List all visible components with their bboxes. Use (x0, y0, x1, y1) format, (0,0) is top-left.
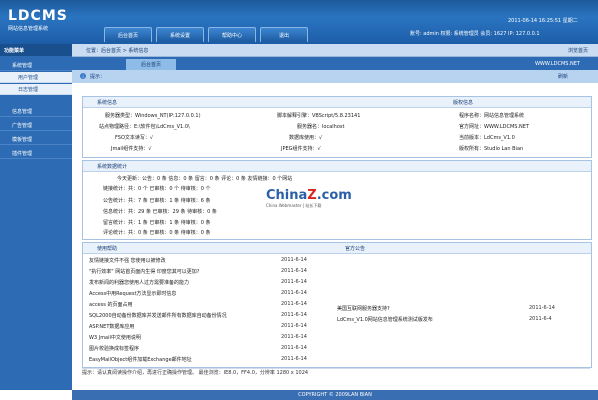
help-item-date: 2011-6-14 (281, 257, 307, 263)
stats-title: 系统数据统计 (97, 164, 128, 170)
help-item-date: 2011-6-14 (281, 323, 307, 329)
sidebar-item-templates[interactable]: 模板管理 (0, 134, 72, 145)
current-version: 当前版本：LdCms_V1.0 (459, 135, 515, 141)
tip-bar: 提示：请认真阅读操作介绍，再进行正确操作管理。 最佳浏览：IE8.0，FF4.0… (82, 368, 590, 378)
copyright-title: 版权信息 (453, 100, 474, 106)
server-type: 服务器类型：Windows_NT(IP:127.0.0.1) (105, 113, 201, 119)
help-item[interactable]: access 的页面占用 (89, 301, 132, 308)
info-icon: i (80, 73, 86, 79)
hint-bar: i 提示： 刷新 (72, 70, 598, 83)
stats-messages: 留言统计：共：1 条 已审核：1 条 待审核：0 条 (103, 220, 211, 226)
stats-today: 今天更新：公告：0 条 信息：0 条 留言：0 条 评论：0 条 友情链接：0 … (117, 176, 293, 182)
help-item-date: 2011-6-14 (281, 345, 307, 351)
help-item[interactable]: SQL2000自动备份数据库并发送邮件所有数据库自动备份情况 (89, 312, 227, 319)
script-engine: 脚本解释引擎：VBScript/5.8.23141 (277, 113, 361, 119)
fso-support: FSO文本读写：√ (115, 135, 154, 141)
stats-links: 链接统计：共：0 个 已审核：0 个 待审核：0 个 (103, 186, 211, 192)
sidebar-item-ads[interactable]: 广告管理 (0, 120, 72, 131)
system-info-title: 系统信息 (97, 100, 118, 106)
tab-settings[interactable]: 系统设置 (156, 27, 204, 42)
help-item-date: 2011-6-14 (281, 356, 307, 362)
watermark-logo: ChinaZ.com China Webmaster | 站长下载 (266, 188, 352, 209)
program-name: 程序名称：网站信息管理系统 (459, 113, 525, 119)
help-item-date: 2011-6-14 (281, 334, 307, 340)
site-path: 站点物理路径：E:\软件包\LdCms_V1.0\ (99, 124, 190, 130)
site-url: WWW.LDCMS.NET (534, 61, 580, 67)
help-item[interactable]: 图片校验换成标签程序 (89, 345, 139, 352)
announce-item-date: 2011-6-14 (529, 305, 555, 311)
help-title: 使用帮助 (97, 246, 118, 252)
help-item-date: 2011-6-14 (281, 279, 307, 285)
help-item[interactable]: ASP.NET数据库应用 (89, 323, 134, 330)
top-nav: 后台首页 系统设置 帮助中心 退出 (104, 27, 312, 42)
system-info-header: 系统信息 版权信息 (83, 97, 591, 108)
help-item[interactable]: EasyMailObject组件加载Exchange邮件地址 (89, 356, 192, 363)
jmail-support: Jmail组件支持：√ (111, 146, 152, 152)
stats-notices: 公告统计：共：7 条 已审核：1 条 待审核：6 条 (103, 198, 211, 204)
announce-item[interactable]: LdCms_V1.0网站信息管理系统测试版发布 (337, 316, 433, 323)
server-name: 服务器名：localhost (297, 124, 345, 130)
refresh-link[interactable]: 刷新 (558, 73, 568, 80)
help-item[interactable]: "执行效率" 网站首页面内生得 印度您其可以更加? (89, 268, 199, 275)
breadcrumb-text: 位置：后台首页 > 系统信息 (86, 48, 149, 54)
system-info-panel: 系统信息 版权信息 服务器类型：Windows_NT(IP:127.0.0.1)… (82, 96, 592, 158)
sidebar-item-info[interactable]: 信息管理 (0, 106, 72, 117)
help-item[interactable]: Access中用Request方法显示即时信息 (89, 290, 176, 297)
stats-info: 信息统计：共：29 条 已审核：29 条 待审核：0 条 (103, 209, 217, 215)
hint-label: 提示： (90, 74, 106, 80)
db-usage: 数据库使用：√ (289, 135, 323, 141)
announce-item-date: 2011-6-4 (529, 316, 552, 322)
help-item-date: 2011-6-14 (281, 301, 307, 307)
jpeg-support: JPEG组件支持：√ (281, 146, 321, 152)
help-item[interactable]: W3 Jmail中文使用说明 (89, 334, 141, 341)
announce-title: 官方公告 (345, 246, 366, 252)
stats-comments: 评论统计：共：0 条 已审核：0 条 待审核：0 条 (103, 230, 211, 236)
sidebar-item-users[interactable]: 用户管理 (0, 72, 72, 83)
stats-header: 系统数据统计 (83, 161, 591, 172)
sidebar-item-logs[interactable]: 日志管理 (0, 84, 72, 95)
tab-logout[interactable]: 退出 (260, 27, 308, 42)
tab-home[interactable]: 后台首页 (104, 27, 152, 42)
help-item[interactable]: 友情链接文件不强 您使用以被修改 (89, 257, 166, 264)
help-item-date: 2011-6-14 (281, 268, 307, 274)
announce-item[interactable]: 美国互联网服务器支持? (337, 305, 390, 312)
help-header: 使用帮助 官方公告 (83, 243, 591, 254)
breadcrumb: 位置：后台首页 > 系统信息 浏览首页 (72, 44, 598, 57)
help-item-date: 2011-6-14 (281, 290, 307, 296)
user-info: 账号: admin 权限: 系统管理员 会员: 1627 IP: 127.0.0… (410, 31, 540, 37)
help-announce-panel: 使用帮助 官方公告 友情链接文件不强 您使用以被修改 2011-6-14 "执行… (82, 242, 592, 368)
watermark-sub: China Webmaster | 站长下载 (266, 203, 322, 208)
sidebar: 功能菜单 系统管理 用户管理 日志管理 信息管理 广告管理 模板管理 插件管理 (0, 44, 72, 390)
tab-dashboard[interactable]: 后台首页 (126, 59, 176, 70)
copyright-owner: 版权所有：Studio Lan Bian (459, 146, 524, 152)
official-site: 官方网址：WWW.LDCMS.NET (459, 124, 530, 130)
logo-text: LDCMS (8, 8, 68, 24)
content-tabstrip: 后台首页 WWW.LDCMS.NET (72, 57, 598, 70)
logo: LDCMS 网站信息管理系统 (8, 8, 68, 32)
help-item-date: 2011-6-14 (281, 312, 307, 318)
footer: COPYRIGHT © 2009LAN BIAN (72, 390, 598, 400)
logo-subtitle: 网站信息管理系统 (8, 26, 49, 32)
sidebar-item-plugins[interactable]: 插件管理 (0, 148, 72, 159)
sidebar-title: 功能菜单 (0, 44, 72, 56)
tab-help[interactable]: 帮助中心 (208, 27, 256, 42)
datetime: 2011-06-14 16:25:51 星期二 (508, 18, 578, 24)
sidebar-item-system[interactable]: 系统管理 (0, 60, 72, 71)
help-item[interactable]: 发布新闻的利器您使用人过方需要准备的能力 (89, 279, 189, 286)
watermark-brand: ChinaZ.com (266, 188, 352, 203)
browse-home-link[interactable]: 浏览首页 (568, 47, 588, 54)
